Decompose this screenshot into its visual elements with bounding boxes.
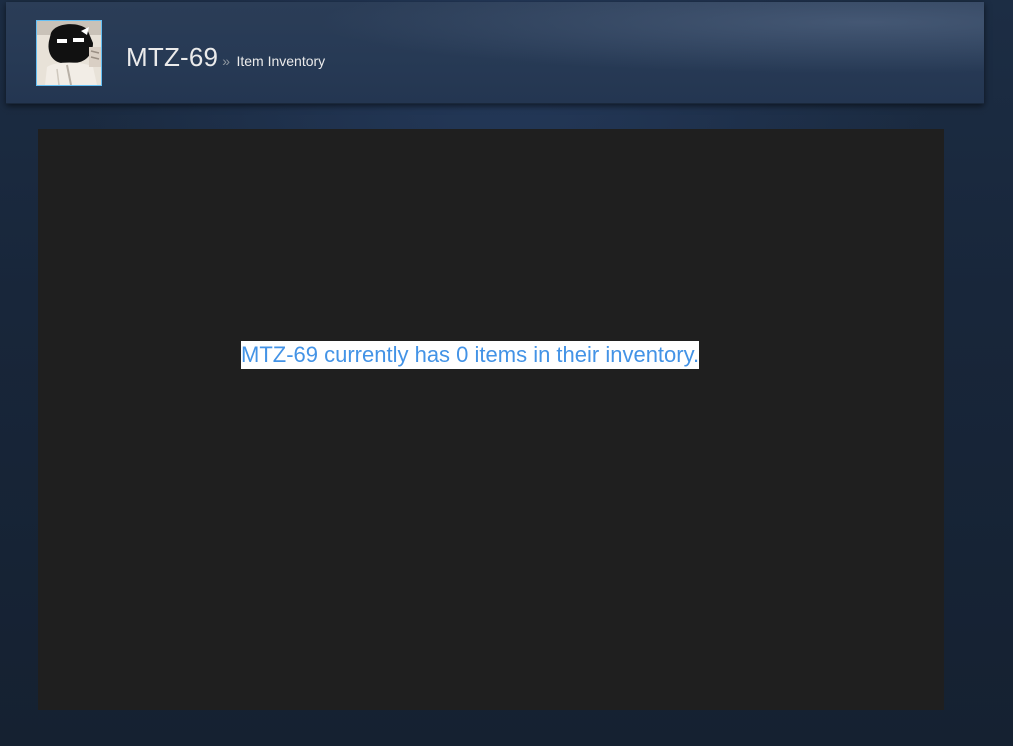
breadcrumb-separator: » (222, 53, 230, 69)
empty-inventory-message: MTZ-69 currently has 0 items in their in… (241, 341, 700, 369)
inventory-panel: MTZ-69 currently has 0 items in their in… (38, 129, 944, 710)
persona-name-link[interactable]: MTZ-69 (126, 42, 218, 72)
masked-person-avatar-icon (37, 21, 101, 85)
page-title: Item Inventory (236, 53, 326, 69)
profile-header: MTZ-69» Item Inventory (6, 2, 984, 104)
avatar[interactable] (36, 20, 102, 86)
breadcrumb: MTZ-69» Item Inventory (126, 42, 325, 73)
